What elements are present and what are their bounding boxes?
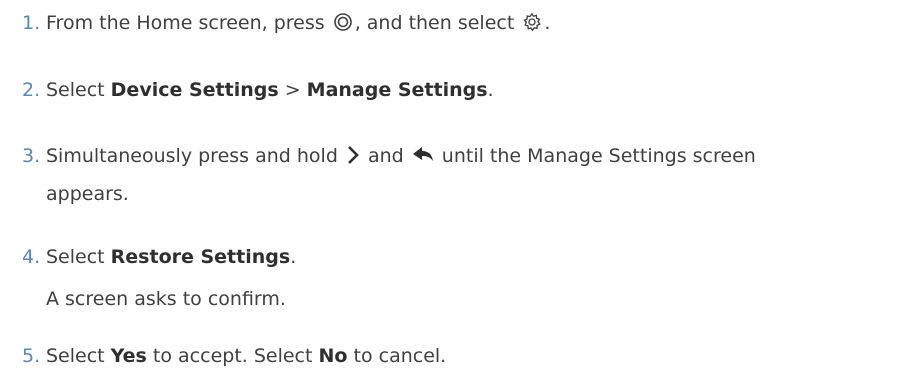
ring-button-icon <box>333 7 353 45</box>
step-text: . <box>487 79 494 101</box>
step-text: > <box>278 79 307 101</box>
step-1: 1. From the Home screen, press , and then… <box>22 4 902 45</box>
step-text: Simultaneously press and hold <box>46 145 344 167</box>
step-text: to cancel. <box>347 345 447 367</box>
step-text: Select <box>46 345 111 367</box>
step-text: . <box>544 12 551 34</box>
no-option-label: No <box>318 345 348 367</box>
restore-settings-label: Restore Settings <box>110 246 291 268</box>
step-5: 5. Select Yes to accept. Select No to can… <box>22 337 902 375</box>
step-text: , and then select <box>354 12 521 34</box>
step-text: until the Manage Settings screen <box>435 145 756 167</box>
step-number: 2. <box>22 79 41 101</box>
step-text: Select <box>46 246 111 268</box>
step-3: 3. Simultaneously press and hold and unti… <box>22 137 902 178</box>
step-4: 4. Select Restore Settings. <box>22 238 902 276</box>
step-text: and <box>361 145 410 167</box>
step-text: Select <box>46 79 111 101</box>
step-3-continuation: appears. <box>46 183 129 205</box>
step-number: 4. <box>22 246 41 268</box>
step-number: 5. <box>22 345 41 367</box>
step-4-note: A screen asks to confirm. <box>46 288 286 310</box>
step-number: 1. <box>22 12 41 34</box>
step-2: 2. Select Device Settings > Manage Settin… <box>22 71 902 109</box>
step-text: . <box>290 246 297 268</box>
device-settings-label: Device Settings <box>110 79 279 101</box>
manage-settings-label: Manage Settings <box>306 79 488 101</box>
chevron-right-icon <box>346 140 360 178</box>
back-arrow-icon <box>412 140 434 178</box>
step-text: From the Home screen, press <box>46 12 331 34</box>
yes-option-label: Yes <box>110 345 147 367</box>
step-number: 3. <box>22 145 41 167</box>
step-text: to accept. Select <box>146 345 319 367</box>
gear-icon <box>522 7 542 45</box>
